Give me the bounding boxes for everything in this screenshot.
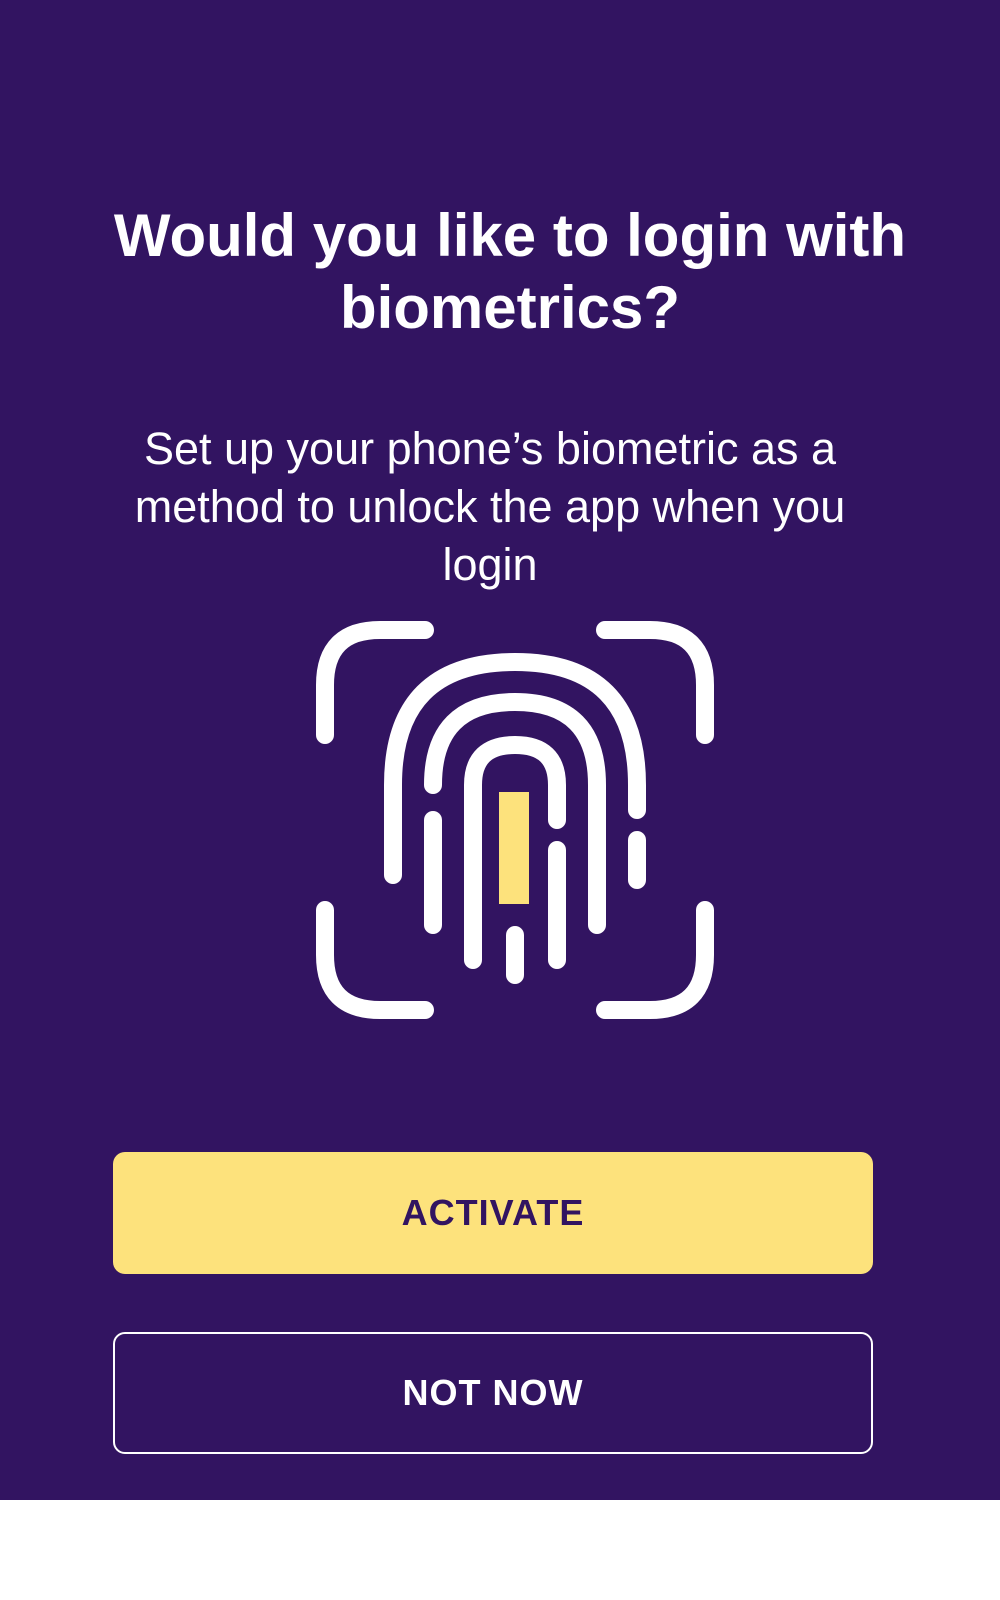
biometric-login-screen: Would you like to login with biometrics?… bbox=[0, 0, 1000, 1500]
activate-button[interactable]: ACTIVATE bbox=[113, 1152, 873, 1274]
description-text: Set up your phone’s biometric as a metho… bbox=[134, 423, 846, 590]
not-now-button[interactable]: NOT NOW bbox=[113, 1332, 873, 1454]
page-title: Would you like to login with biometrics? bbox=[113, 202, 907, 341]
fingerprint-scan-icon bbox=[316, 621, 714, 1019]
